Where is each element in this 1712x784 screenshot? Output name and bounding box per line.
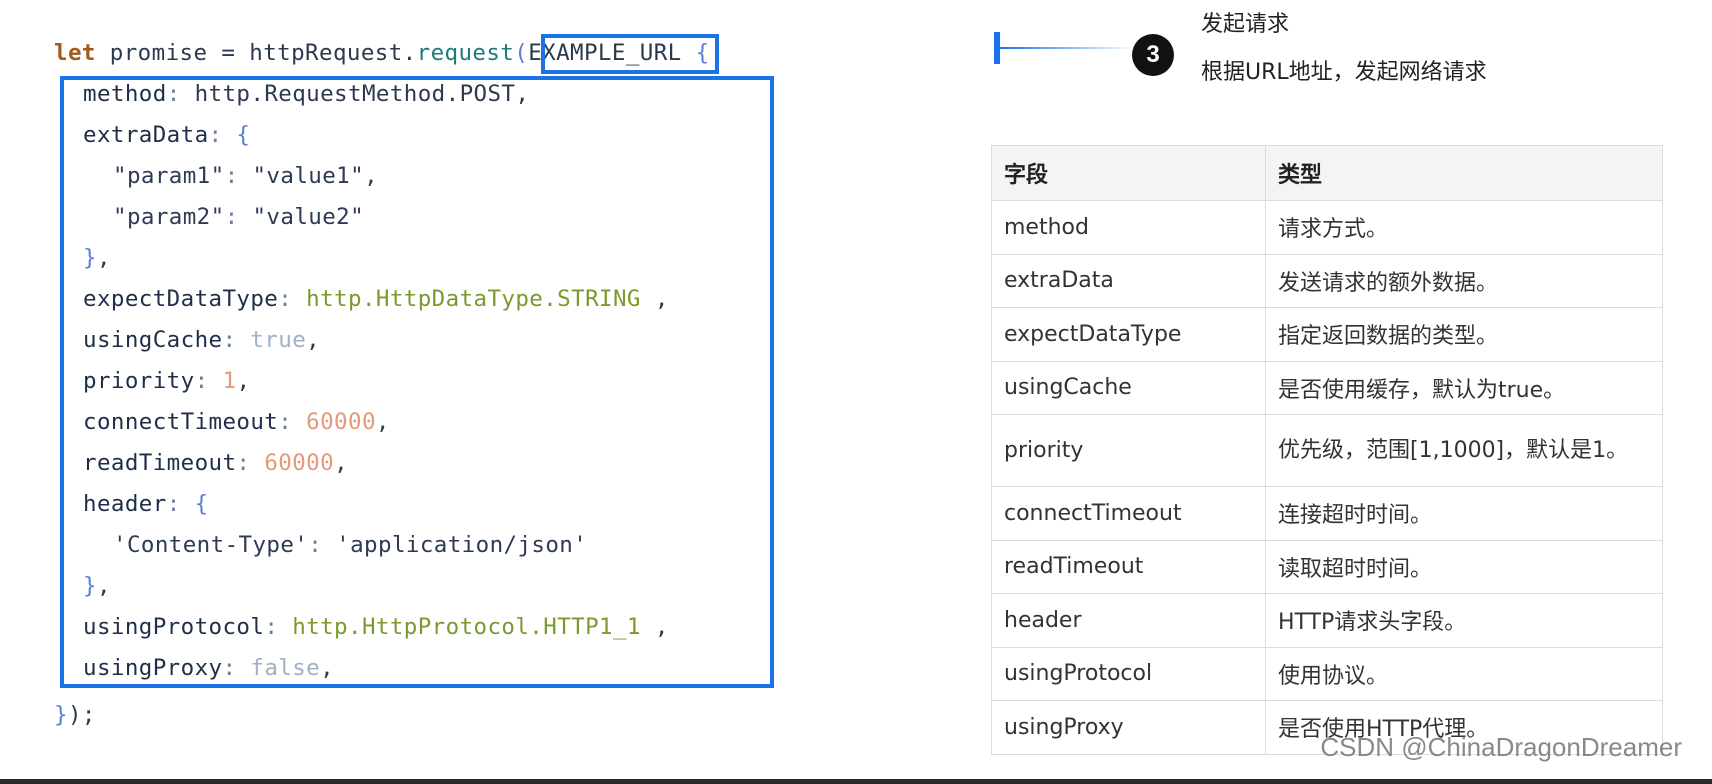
field-cell: header bbox=[991, 593, 1266, 648]
table-row: readTimeout 读取超时时间。 bbox=[991, 539, 1663, 594]
type-cell: 使用协议。 bbox=[1265, 646, 1663, 701]
field-type-table: 字段 类型 method 请求方式。 extraData 发送请求的额外数据。 … bbox=[991, 145, 1663, 755]
field-cell: priority bbox=[991, 414, 1266, 487]
table-row: header HTTP请求头字段。 bbox=[991, 593, 1663, 648]
table-row: method 请求方式。 bbox=[991, 200, 1663, 255]
code-block: let promise = httpRequest.request(EXAMPL… bbox=[0, 0, 960, 784]
header-type: 类型 bbox=[1265, 145, 1663, 201]
step-number-badge: 3 bbox=[1132, 34, 1174, 76]
table-row: usingProtocol 使用协议。 bbox=[991, 646, 1663, 701]
type-cell: 读取超时时间。 bbox=[1265, 539, 1663, 594]
options-highlight-box bbox=[60, 76, 774, 688]
type-cell: 指定返回数据的类型。 bbox=[1265, 307, 1663, 362]
table-row: extraData 发送请求的额外数据。 bbox=[991, 253, 1663, 308]
field-cell: usingProtocol bbox=[991, 646, 1266, 701]
table-row: expectDataType 指定返回数据的类型。 bbox=[991, 307, 1663, 362]
field-cell: usingCache bbox=[991, 360, 1266, 415]
bottom-border bbox=[0, 779, 1712, 784]
type-cell: 连接超时时间。 bbox=[1265, 486, 1663, 541]
watermark: CSDN @ChinaDragonDreamer bbox=[1320, 732, 1682, 762]
field-cell: readTimeout bbox=[991, 539, 1266, 594]
step-title: 发起请求 bbox=[1201, 12, 1290, 37]
type-cell: HTTP请求头字段。 bbox=[1265, 593, 1663, 648]
code-line-17: }); bbox=[54, 702, 96, 728]
type-cell: 是否使用缓存，默认为true。 bbox=[1265, 360, 1663, 415]
table-row: connectTimeout 连接超时时间。 bbox=[991, 486, 1663, 541]
table-row: priority 优先级，范围[1,1000]，默认是1。 bbox=[991, 414, 1663, 487]
field-cell: extraData bbox=[991, 253, 1266, 308]
table-header-row: 字段 类型 bbox=[991, 145, 1663, 201]
url-highlight-box bbox=[541, 34, 719, 74]
type-cell: 优先级，范围[1,1000]，默认是1。 bbox=[1265, 414, 1663, 487]
step-connector-line bbox=[1000, 47, 1130, 49]
field-cell: usingProxy bbox=[991, 700, 1266, 755]
type-cell: 请求方式。 bbox=[1265, 200, 1663, 255]
type-cell: 发送请求的额外数据。 bbox=[1265, 253, 1663, 308]
field-cell: method bbox=[991, 200, 1266, 255]
step-description: 根据URL地址，发起网络请求 bbox=[1201, 60, 1487, 85]
field-cell: connectTimeout bbox=[991, 486, 1266, 541]
field-cell: expectDataType bbox=[991, 307, 1266, 362]
header-field: 字段 bbox=[991, 145, 1266, 201]
table-row: usingCache 是否使用缓存，默认为true。 bbox=[991, 360, 1663, 415]
